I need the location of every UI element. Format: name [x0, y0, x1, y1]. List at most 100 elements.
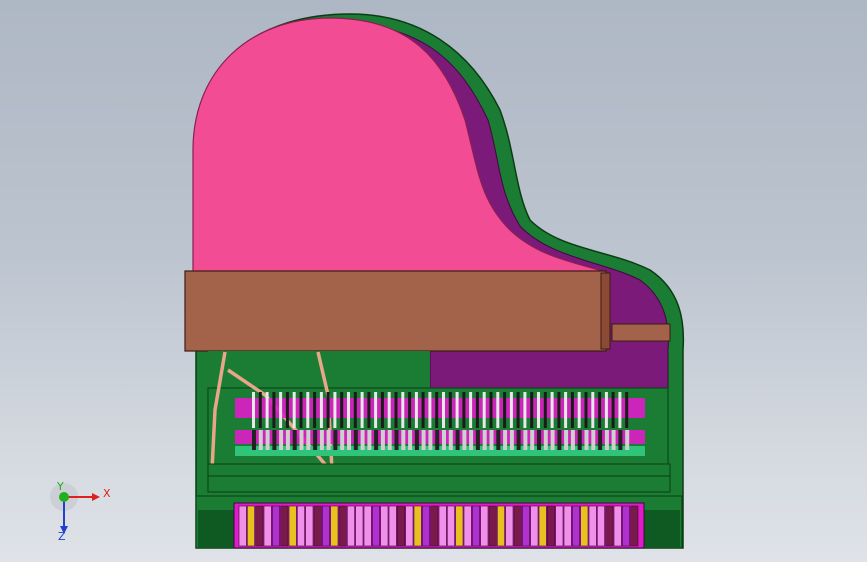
- piano-key[interactable]: [538, 505, 547, 547]
- piano-key[interactable]: [338, 505, 347, 547]
- hammer: [570, 392, 574, 428]
- piano-key[interactable]: [513, 505, 522, 547]
- piano-key[interactable]: [505, 505, 514, 547]
- piano-key[interactable]: [271, 505, 280, 547]
- hammer: [272, 392, 276, 428]
- orientation-triad[interactable]: X Y Z: [44, 480, 114, 550]
- damper: [360, 430, 365, 450]
- hammer: [598, 392, 602, 428]
- piano-key[interactable]: [588, 505, 597, 547]
- hammer: [591, 392, 595, 428]
- hammer: [428, 392, 432, 428]
- piano-key[interactable]: [480, 505, 489, 547]
- hammer: [360, 392, 364, 428]
- damper: [374, 430, 379, 450]
- damper: [462, 430, 467, 450]
- piano-key[interactable]: [247, 505, 255, 547]
- hammer: [577, 392, 581, 428]
- piano-key[interactable]: [530, 505, 539, 547]
- piano-key[interactable]: [305, 505, 314, 547]
- piano-key[interactable]: [355, 505, 364, 547]
- hammer: [455, 392, 459, 428]
- piano-key[interactable]: [438, 505, 447, 547]
- piano-key[interactable]: [313, 505, 322, 547]
- damper: [394, 430, 399, 450]
- piano-key[interactable]: [363, 505, 372, 547]
- piano-key[interactable]: [430, 505, 439, 547]
- damper: [414, 430, 419, 450]
- hammer: [326, 392, 330, 428]
- damper: [570, 430, 575, 450]
- piano-key[interactable]: [346, 505, 355, 547]
- damper: [353, 430, 358, 450]
- damper: [557, 430, 562, 450]
- piano-key[interactable]: [488, 505, 497, 547]
- grand-piano-model[interactable]: [0, 0, 867, 562]
- piano-key[interactable]: [421, 505, 430, 547]
- hammer: [604, 392, 608, 428]
- hammer: [347, 392, 350, 428]
- damper: [564, 430, 569, 450]
- piano-key[interactable]: [546, 505, 555, 547]
- hammer: [550, 392, 554, 428]
- piano-key[interactable]: [563, 505, 572, 547]
- piano-key[interactable]: [330, 505, 339, 547]
- piano-key[interactable]: [263, 505, 272, 547]
- hammer: [496, 392, 500, 428]
- hammer: [503, 392, 507, 428]
- hammer: [523, 392, 527, 428]
- piano-key[interactable]: [463, 505, 472, 547]
- piano-key[interactable]: [296, 505, 305, 547]
- piano-key[interactable]: [255, 505, 264, 547]
- piano-key[interactable]: [413, 505, 422, 547]
- piano-key[interactable]: [621, 505, 630, 547]
- hammer: [530, 392, 534, 428]
- damper: [543, 430, 548, 450]
- piano-key[interactable]: [238, 505, 247, 547]
- piano-key[interactable]: [388, 505, 397, 547]
- hammer: [279, 392, 283, 428]
- hammer: [367, 392, 371, 428]
- piano-key[interactable]: [596, 505, 605, 547]
- piano-key[interactable]: [371, 505, 380, 547]
- damper: [482, 430, 487, 450]
- damper: [299, 430, 304, 450]
- piano-key[interactable]: [446, 505, 455, 547]
- piano-key[interactable]: [496, 505, 505, 547]
- piano-key[interactable]: [280, 505, 289, 547]
- hammer: [489, 392, 493, 428]
- piano-key[interactable]: [555, 505, 564, 547]
- damper: [469, 430, 474, 450]
- damper: [435, 430, 440, 450]
- fallboard[interactable]: [184, 270, 607, 352]
- hammer: [475, 392, 479, 428]
- piano-key[interactable]: [471, 505, 480, 547]
- hammer: [618, 392, 622, 428]
- damper: [455, 430, 460, 450]
- piano-key[interactable]: [613, 505, 622, 547]
- piano-key[interactable]: [405, 505, 414, 547]
- damper: [509, 430, 514, 450]
- cad-graphics-viewport[interactable]: X Y Z: [0, 0, 867, 562]
- damper: [428, 430, 433, 450]
- action-rail-top: [235, 398, 645, 418]
- piano-key[interactable]: [630, 505, 639, 547]
- hammer: [543, 392, 547, 428]
- piano-key[interactable]: [455, 505, 464, 547]
- hammer: [414, 392, 418, 428]
- piano-key[interactable]: [288, 505, 297, 547]
- damper: [333, 430, 338, 450]
- damper: [313, 430, 318, 450]
- piano-key[interactable]: [605, 505, 614, 547]
- piano-key[interactable]: [380, 505, 389, 547]
- hammer: [421, 392, 425, 428]
- piano-key[interactable]: [580, 505, 589, 547]
- piano-key[interactable]: [521, 505, 530, 547]
- hammer: [462, 392, 466, 428]
- piano-key[interactable]: [571, 505, 580, 547]
- damper: [279, 430, 284, 450]
- damper: [306, 430, 311, 450]
- piano-key[interactable]: [321, 505, 330, 547]
- piano-key[interactable]: [396, 505, 405, 547]
- hammer: [584, 392, 588, 428]
